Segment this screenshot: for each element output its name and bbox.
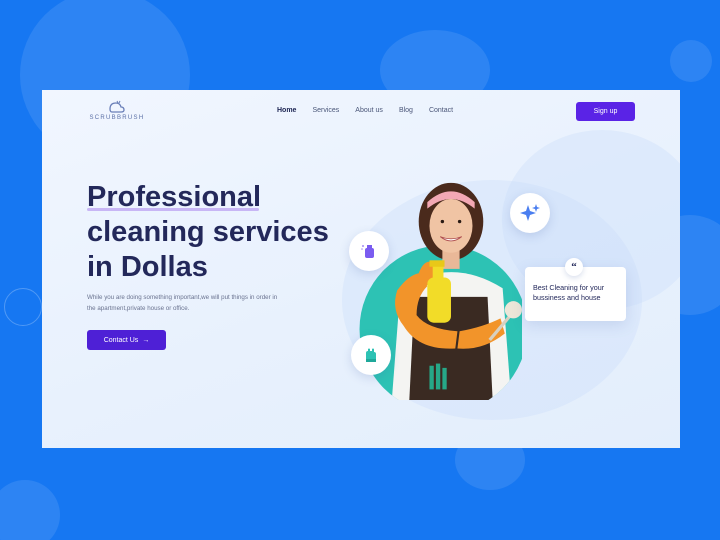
nav-item-contact[interactable]: Contact — [429, 107, 453, 114]
contact-us-button[interactable]: Contact Us → — [87, 330, 166, 350]
glove-icon — [366, 348, 376, 362]
spray-bottle — [427, 277, 451, 323]
brand-name: SCRUBBRUSH — [89, 115, 145, 121]
background-ring — [4, 288, 42, 326]
spray-bubble — [349, 231, 389, 271]
contact-us-label: Contact Us — [103, 336, 139, 344]
testimonial-text: Best Cleaning for your bussiness and hou… — [533, 283, 605, 302]
main-nav: Home Services About us Blog Contact — [277, 107, 469, 114]
glove-bubble — [351, 335, 391, 375]
face — [429, 198, 473, 253]
headline-line-2a: cleaning — [87, 216, 213, 248]
headline-line-3b: Dollas — [120, 251, 208, 283]
sparkle-bubble — [510, 193, 550, 233]
brand-logo[interactable]: SCRUBBRUSH — [87, 100, 147, 121]
background-blob — [0, 480, 60, 540]
sparkles-icon — [520, 204, 540, 221]
arrow-right-icon: → — [142, 336, 150, 344]
quote-icon: “ — [565, 258, 583, 276]
hero-headline: Professional cleaning services in Dollas — [87, 180, 329, 285]
nav-item-about[interactable]: About us — [355, 107, 383, 114]
nav-item-blog[interactable]: Blog — [399, 107, 413, 114]
nav-item-services[interactable]: Services — [312, 107, 339, 114]
website-frame: SCRUBBRUSH Home Services About us Blog C… — [42, 90, 680, 448]
signup-button[interactable]: Sign up — [576, 102, 635, 121]
hero-subtitle: While you are doing something important,… — [87, 294, 278, 312]
logo-icon — [109, 100, 125, 113]
testimonial-card: “ Best Cleaning for your bussiness and h… — [525, 258, 626, 321]
headline-line-3a: in — [87, 251, 121, 283]
background-blob — [670, 40, 712, 82]
spray-bottle-icon — [361, 245, 374, 258]
headline-line-2b: services — [212, 216, 329, 248]
nav-item-home[interactable]: Home — [277, 107, 296, 114]
headline-underline — [87, 208, 259, 211]
